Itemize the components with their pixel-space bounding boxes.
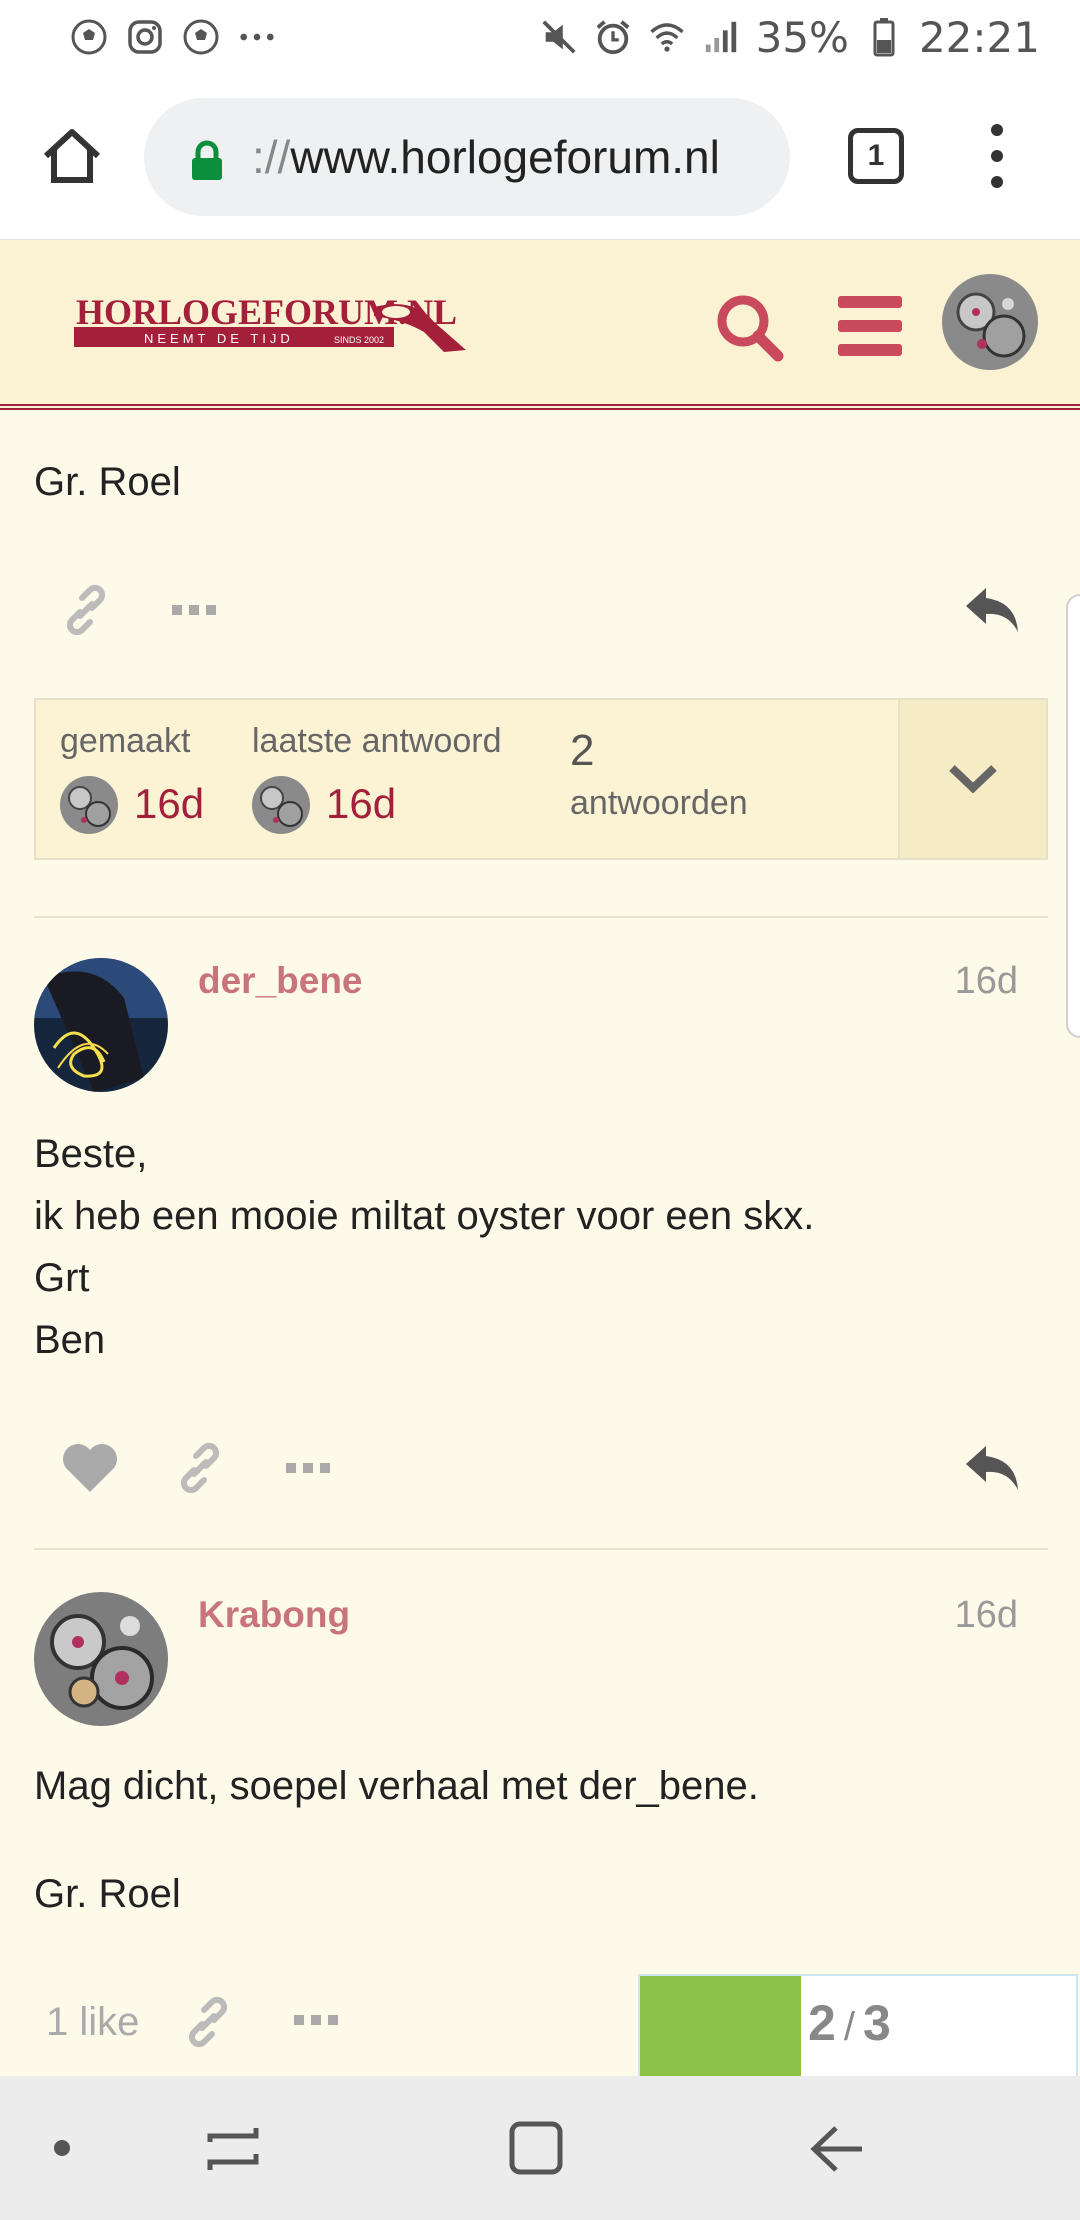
- recent-apps-icon[interactable]: [206, 2122, 262, 2181]
- like-heart-icon[interactable]: [60, 1440, 120, 1499]
- post-divider: [34, 916, 1048, 918]
- user-avatar[interactable]: [942, 274, 1038, 370]
- poster-avatar[interactable]: [34, 958, 168, 1092]
- link-icon[interactable]: [172, 1440, 228, 1501]
- url-domain: www.horlogeforum.nl: [290, 131, 720, 183]
- post-closing-text: Gr. Roel: [34, 460, 181, 504]
- instagram-icon: [126, 18, 164, 56]
- post-body-line: Gr. Roel: [34, 1872, 181, 1916]
- back-arrow-icon[interactable]: [810, 2122, 866, 2181]
- forum-logo[interactable]: HORLOGEFORUM.NL NEEMT DE TIJD SINDS 2002: [74, 292, 466, 402]
- browser-menu-icon[interactable]: [982, 124, 1012, 188]
- logo-since: SINDS 2002: [334, 335, 384, 345]
- like-count-button[interactable]: 1 like: [46, 2000, 139, 2045]
- address-bar[interactable]: :// www.horlogeforum.nl: [144, 98, 790, 216]
- tab-switcher-button[interactable]: 1: [848, 128, 904, 184]
- topic-progress[interactable]: 2/3: [638, 1974, 1078, 2078]
- last-reply-label: laatste antwoord: [252, 722, 502, 760]
- post-body-line: Ben: [34, 1318, 106, 1362]
- reply-icon[interactable]: [962, 584, 1022, 641]
- post-date[interactable]: 16d: [955, 1594, 1018, 1637]
- home-square-icon[interactable]: [508, 2120, 564, 2181]
- mute-icon: [540, 18, 578, 56]
- more-actions-icon[interactable]: [170, 598, 218, 627]
- created-age[interactable]: 16d: [134, 780, 204, 828]
- system-navigation-bar: [0, 2076, 1080, 2220]
- progress-total: 3: [862, 1995, 891, 2051]
- battery-icon: [865, 18, 903, 57]
- page-scrollbar[interactable]: [1066, 594, 1080, 1038]
- post-body-line: ik heb een mooie miltat oyster voor een …: [34, 1194, 815, 1238]
- hamburger-menu-icon[interactable]: [838, 296, 902, 356]
- post-username[interactable]: der_bene: [198, 960, 363, 1002]
- progress-fill: [640, 1976, 802, 2076]
- logo-tagline: NEEMT DE TIJD: [144, 331, 294, 346]
- chevron-down-icon: [949, 765, 997, 794]
- alarm-icon: [594, 18, 632, 56]
- url-scheme: ://: [252, 131, 291, 183]
- forum-header: HORLOGEFORUM.NL NEEMT DE TIJD SINDS 2002: [0, 240, 1080, 410]
- topic-map: gemaakt 16d laatste antwoord 16d 2 antwo…: [34, 698, 1048, 860]
- last-replier-avatar[interactable]: [252, 776, 310, 834]
- link-icon[interactable]: [180, 1994, 236, 2055]
- clock: 22:21: [918, 12, 1040, 62]
- lock-icon: [190, 137, 224, 180]
- progress-text: 2/3: [808, 1994, 891, 2052]
- home-icon[interactable]: [40, 124, 104, 188]
- progress-separator: /: [843, 2005, 855, 2049]
- post-body-line: Beste,: [34, 1132, 148, 1176]
- replies-count: 2: [570, 726, 595, 775]
- post-body-line: Mag dicht, soepel verhaal met der_bene.: [34, 1764, 759, 1808]
- more-dots-icon: [238, 18, 276, 56]
- created-label: gemaakt: [60, 722, 191, 760]
- wifi-icon: [648, 18, 686, 56]
- post-username[interactable]: Krabong: [198, 1594, 350, 1636]
- signal-icon: [702, 18, 740, 56]
- soccer-ball-icon: [182, 18, 220, 56]
- browser-toolbar: :// www.horlogeforum.nl 1: [0, 74, 1080, 240]
- post-divider: [34, 1548, 1048, 1550]
- reply-icon[interactable]: [962, 1442, 1022, 1499]
- post-date[interactable]: 16d: [955, 960, 1018, 1003]
- progress-current: 2: [808, 1995, 836, 2051]
- link-icon[interactable]: [58, 582, 114, 643]
- soccer-ball-icon: [70, 18, 108, 56]
- more-actions-icon[interactable]: [284, 1456, 332, 1485]
- search-icon[interactable]: [714, 292, 784, 362]
- last-reply-age[interactable]: 16d: [326, 780, 396, 828]
- expand-topic-map-button[interactable]: [898, 700, 1046, 858]
- post-body-line: Grt: [34, 1256, 90, 1300]
- more-actions-icon[interactable]: [292, 2008, 340, 2037]
- dot-icon[interactable]: [52, 2138, 72, 2163]
- creator-avatar[interactable]: [60, 776, 118, 834]
- poster-avatar[interactable]: [34, 1592, 168, 1726]
- replies-label: antwoorden: [570, 784, 748, 822]
- battery-percent: 35%: [755, 12, 849, 62]
- status-bar: 35% 22:21: [0, 0, 1080, 74]
